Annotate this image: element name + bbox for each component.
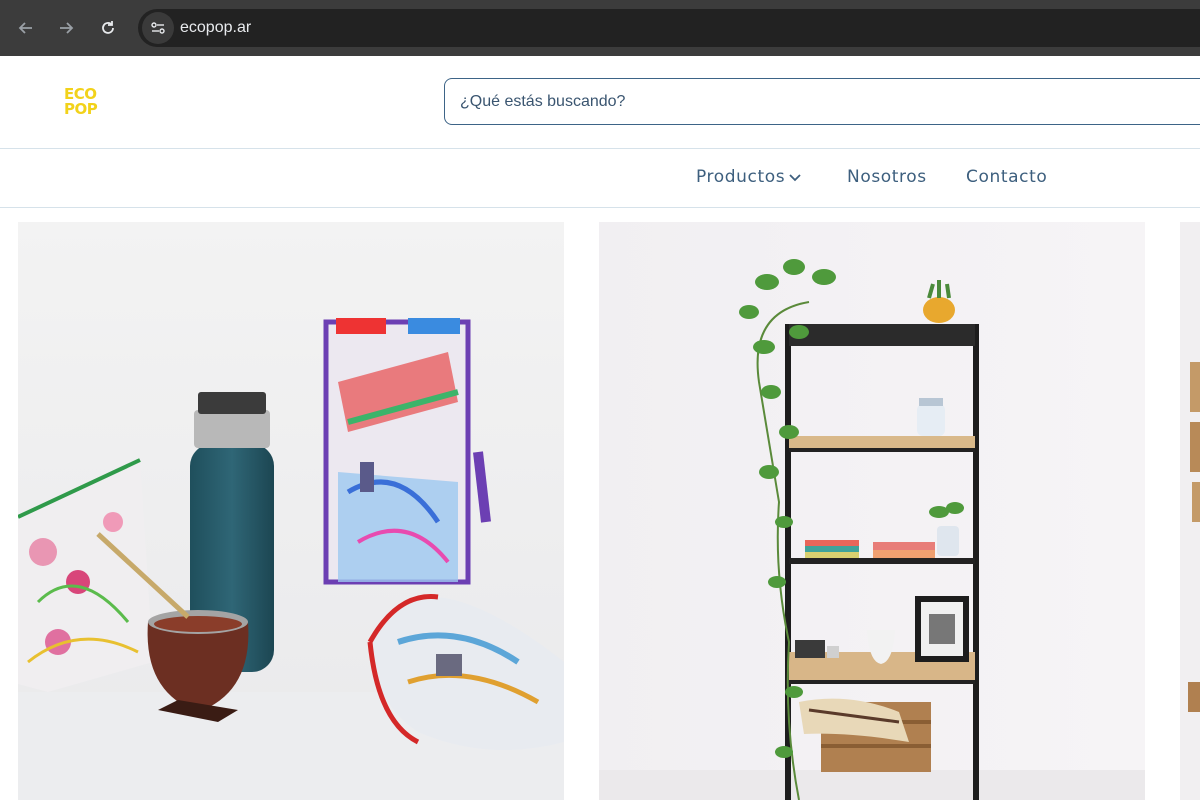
search-input[interactable]: ¿Qué estás buscando? <box>444 78 1200 125</box>
forward-arrow-icon <box>60 22 74 34</box>
reload-button[interactable] <box>92 12 124 44</box>
main-nav: Productos Nosotros Contacto <box>0 149 1200 208</box>
nav-item-nosotros[interactable]: Nosotros <box>847 167 927 187</box>
forward-button[interactable] <box>50 12 82 44</box>
nav-item-contacto[interactable]: Contacto <box>966 167 1047 187</box>
product-card-3[interactable] <box>1180 222 1200 800</box>
search-placeholder: ¿Qué estás buscando? <box>460 93 626 110</box>
back-button[interactable] <box>10 12 42 44</box>
site-info-button[interactable] <box>142 12 174 44</box>
wooden-product-photo-partial <box>1180 222 1200 800</box>
nav-item-productos[interactable]: Productos <box>696 167 802 187</box>
product-card-2[interactable] <box>599 222 1145 800</box>
browser-toolbar: ecopop.ar <box>0 0 1200 56</box>
metal-shelf-with-plants-photo <box>599 222 1145 800</box>
address-bar[interactable]: ecopop.ar <box>138 9 1200 47</box>
url-text[interactable]: ecopop.ar <box>180 19 251 37</box>
product-card-1[interactable] <box>18 222 564 800</box>
nav-item-label: Contacto <box>966 167 1048 187</box>
logo-line-2: POP <box>64 100 98 118</box>
reload-icon <box>102 21 114 34</box>
mate-and-recycled-bags-photo <box>18 222 564 800</box>
nav-item-label: Nosotros <box>847 167 927 187</box>
chevron-down-icon <box>789 174 801 182</box>
nav-item-label: Productos <box>696 167 786 187</box>
ecopop-logo[interactable]: ECO POP <box>64 87 116 121</box>
site-header: ECO POP ¿Qué estás buscando? <box>0 56 1200 149</box>
site-settings-icon <box>151 22 165 34</box>
back-arrow-icon <box>18 22 32 34</box>
